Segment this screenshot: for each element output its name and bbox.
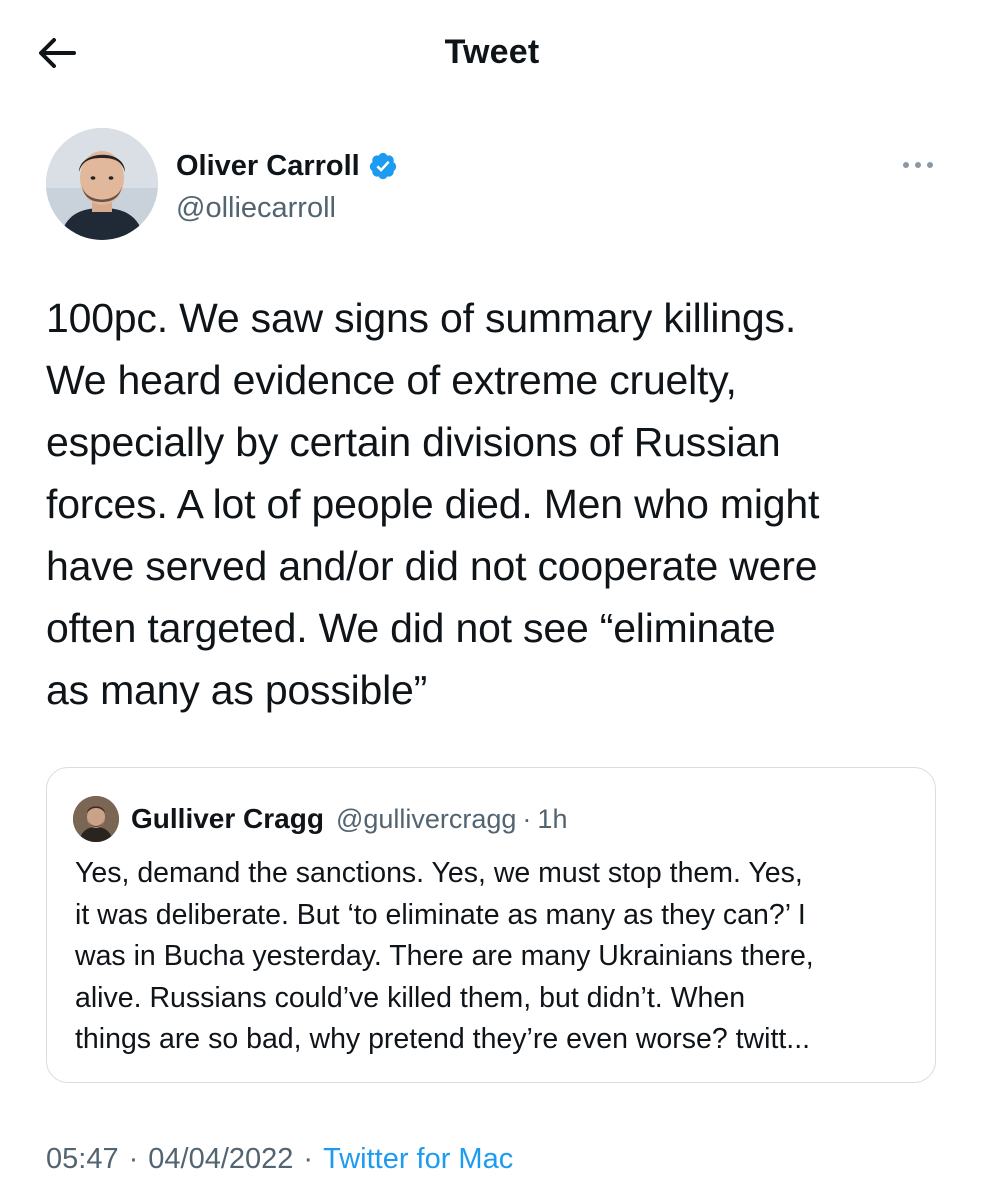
author-handle[interactable]: @olliecarroll <box>176 190 336 226</box>
separator-dot: · <box>303 1143 314 1175</box>
author-avatar[interactable] <box>46 128 158 240</box>
author-name-row: Oliver Carroll <box>176 146 398 186</box>
tweet-source-link[interactable]: Twitter for Mac <box>323 1137 513 1181</box>
separator-dot: · <box>128 1143 139 1175</box>
quoted-author-handle[interactable]: @gullivercragg <box>336 802 516 836</box>
quoted-author-avatar[interactable] <box>73 796 119 842</box>
verified-badge-icon <box>369 152 396 180</box>
separator-dot: · <box>522 803 532 834</box>
page-title: Tweet <box>444 33 540 71</box>
top-bar: Tweet <box>0 0 984 104</box>
quoted-timestamp[interactable]: 1h <box>537 804 567 835</box>
tweet-date[interactable]: 04/04/2022 <box>148 1137 293 1181</box>
quoted-tweet[interactable]: Gulliver Cragg @gullivercragg · 1h Yes, … <box>46 767 936 1083</box>
quoted-tweet-text: Yes, demand the sanctions. Yes, we must … <box>75 857 814 1055</box>
tweet-metadata: 05:47 · 04/04/2022 · Twitter for Mac <box>46 1137 513 1181</box>
quoted-tweet-header: Gulliver Cragg @gullivercragg · 1h <box>73 796 567 842</box>
quoted-avatar-image <box>73 796 119 842</box>
tweet-author: Oliver Carroll @olliecarroll <box>46 128 938 240</box>
tweet-time[interactable]: 05:47 <box>46 1137 119 1181</box>
quoted-author-name[interactable]: Gulliver Cragg <box>131 802 324 836</box>
author-name[interactable]: Oliver Carroll <box>176 148 360 184</box>
author-avatar-image <box>46 128 158 240</box>
more-horizontal-icon[interactable] <box>898 150 938 180</box>
tweet-text: 100pc. We saw signs of summary killings.… <box>46 295 820 713</box>
